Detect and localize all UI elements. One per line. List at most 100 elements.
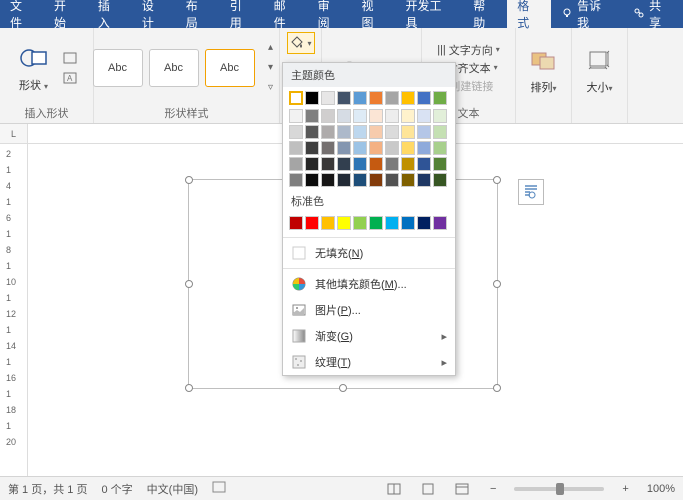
handle-se[interactable] [493,384,501,392]
handle-s[interactable] [339,384,347,392]
color-swatch[interactable] [433,91,447,105]
color-swatch[interactable] [353,125,367,139]
color-swatch[interactable] [289,125,303,139]
tab-8[interactable]: 视图 [352,0,396,28]
color-swatch[interactable] [385,173,399,187]
color-swatch[interactable] [353,109,367,123]
color-swatch[interactable] [321,173,335,187]
color-swatch[interactable] [401,216,415,230]
color-swatch[interactable] [305,216,319,230]
color-swatch[interactable] [305,173,319,187]
picture-fill-item[interactable]: 图片(P)... [283,297,455,323]
color-swatch[interactable] [433,173,447,187]
tab-2[interactable]: 插入 [88,0,132,28]
no-fill-item[interactable]: 无填充(N) [283,240,455,266]
color-swatch[interactable] [369,216,383,230]
status-page[interactable]: 第 1 页，共 1 页 [8,481,87,497]
texture-fill-item[interactable]: 纹理(T) ▸ [283,349,455,375]
color-swatch[interactable] [289,173,303,187]
color-swatch[interactable] [321,141,335,155]
color-swatch[interactable] [401,141,415,155]
tab-11[interactable]: 格式 [507,0,551,28]
color-swatch[interactable] [353,173,367,187]
color-swatch[interactable] [289,141,303,155]
color-swatch[interactable] [353,216,367,230]
color-swatch[interactable] [321,91,335,105]
text-box-button[interactable]: A [60,69,80,87]
tell-me[interactable]: 告诉我 [551,0,623,28]
color-swatch[interactable] [401,91,415,105]
tab-1[interactable]: 开始 [44,0,88,28]
handle-sw[interactable] [185,384,193,392]
color-swatch[interactable] [385,157,399,171]
tab-5[interactable]: 引用 [220,0,264,28]
more-colors-item[interactable]: 其他填充颜色(M)... [283,271,455,297]
edit-shape-button[interactable] [60,49,80,67]
zoom-out-button[interactable]: − [486,483,500,495]
color-swatch[interactable] [305,109,319,123]
status-record-icon[interactable] [212,480,226,497]
status-word-count[interactable]: 0 个字 [101,481,132,497]
style-scroll-up[interactable]: ▴ [261,39,281,57]
tab-10[interactable]: 帮助 [463,0,507,28]
color-swatch[interactable] [289,109,303,123]
color-swatch[interactable] [417,109,431,123]
color-swatch[interactable] [417,157,431,171]
color-swatch[interactable] [417,216,431,230]
color-swatch[interactable] [385,109,399,123]
color-swatch[interactable] [385,91,399,105]
color-swatch[interactable] [433,141,447,155]
color-swatch[interactable] [385,141,399,155]
gradient-fill-item[interactable]: 渐变(G) ▸ [283,323,455,349]
tab-0[interactable]: 文件 [0,0,44,28]
color-swatch[interactable] [401,157,415,171]
color-swatch[interactable] [321,157,335,171]
tab-7[interactable]: 审阅 [308,0,352,28]
text-direction-button[interactable]: |||文字方向▾ [437,42,500,58]
view-print-layout[interactable] [418,480,438,498]
layout-options-button[interactable] [518,179,544,205]
color-swatch[interactable] [321,125,335,139]
handle-w[interactable] [185,280,193,288]
zoom-level[interactable]: 100% [647,483,675,495]
shape-style-2[interactable]: Abc [149,49,199,87]
shapes-button[interactable]: 形状 ▾ [14,41,54,95]
color-swatch[interactable] [369,157,383,171]
color-swatch[interactable] [385,125,399,139]
color-swatch[interactable] [417,125,431,139]
handle-nw[interactable] [185,176,193,184]
zoom-slider-knob[interactable] [556,483,564,495]
color-swatch[interactable] [305,141,319,155]
view-web-layout[interactable] [452,480,472,498]
color-swatch[interactable] [417,91,431,105]
color-swatch[interactable] [337,141,351,155]
status-language[interactable]: 中文(中国) [147,481,198,497]
color-swatch[interactable] [417,141,431,155]
color-swatch[interactable] [289,157,303,171]
color-swatch[interactable] [369,109,383,123]
color-swatch[interactable] [433,109,447,123]
color-swatch[interactable] [337,216,351,230]
color-swatch[interactable] [401,109,415,123]
color-swatch[interactable] [417,173,431,187]
color-swatch[interactable] [353,91,367,105]
tab-9[interactable]: 开发工具 [395,0,463,28]
share-button[interactable]: 共享 [623,0,683,28]
color-swatch[interactable] [401,125,415,139]
shape-style-1[interactable]: Abc [93,49,143,87]
color-swatch[interactable] [289,216,303,230]
color-swatch[interactable] [369,141,383,155]
color-swatch[interactable] [321,109,335,123]
color-swatch[interactable] [385,216,399,230]
color-swatch[interactable] [337,173,351,187]
zoom-in-button[interactable]: + [618,483,632,495]
color-swatch[interactable] [337,125,351,139]
color-swatch[interactable] [353,157,367,171]
color-swatch[interactable] [337,109,351,123]
color-swatch[interactable] [321,216,335,230]
color-swatch[interactable] [369,125,383,139]
color-swatch[interactable] [369,173,383,187]
color-swatch[interactable] [337,157,351,171]
handle-ne[interactable] [493,176,501,184]
color-swatch[interactable] [433,125,447,139]
